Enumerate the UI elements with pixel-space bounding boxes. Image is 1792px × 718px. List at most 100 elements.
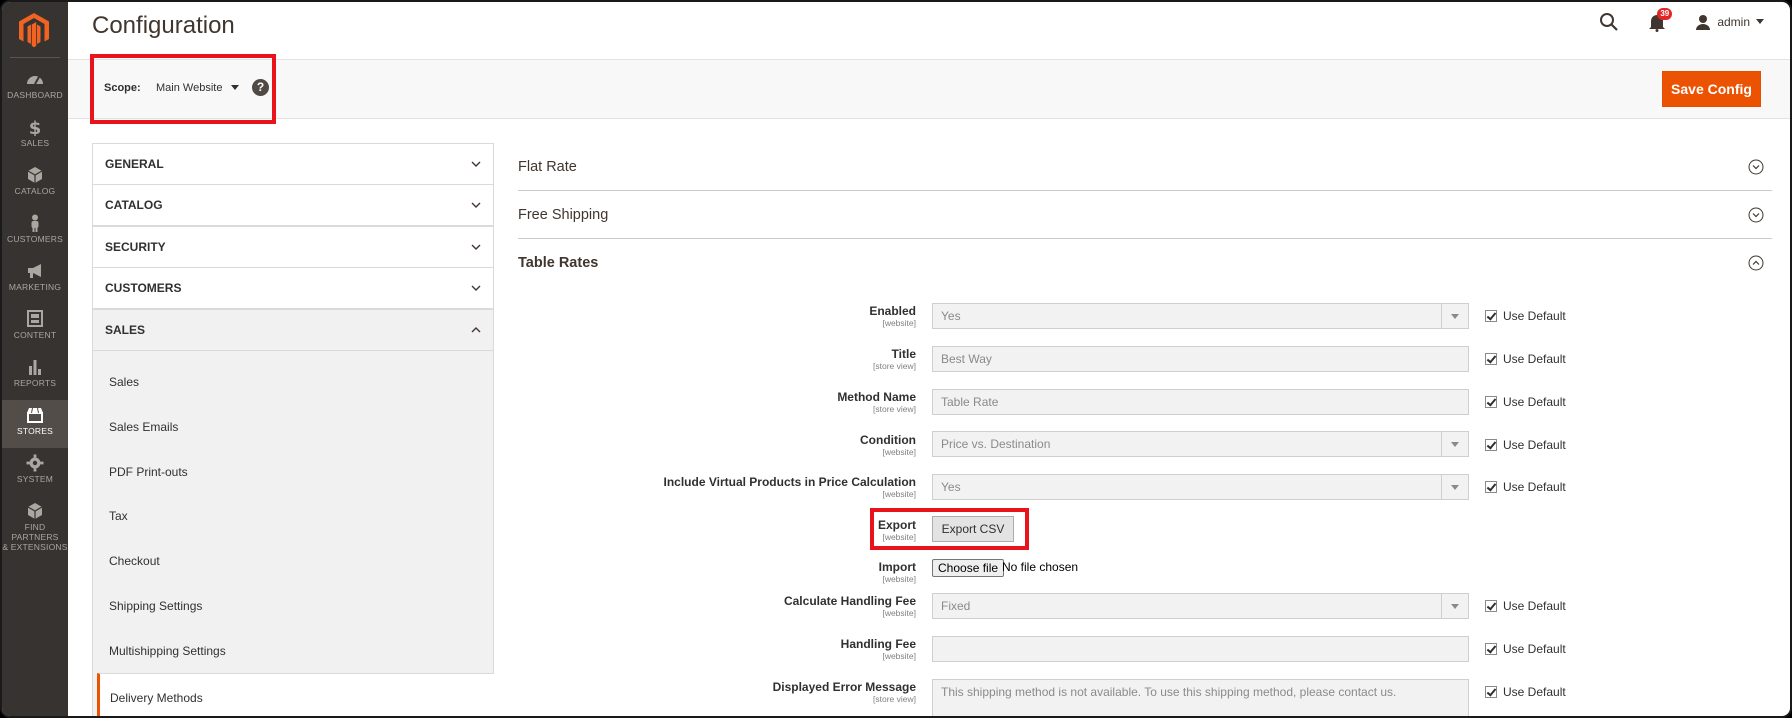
checkbox-checked-icon[interactable] — [1485, 686, 1497, 698]
title-input[interactable]: Best Way — [932, 346, 1469, 372]
use-default-label: Use Default — [1503, 480, 1566, 494]
label-text: Enabled — [869, 304, 916, 318]
scope-switcher[interactable]: Main Website — [156, 82, 239, 94]
scope-hint: [website] — [882, 447, 916, 457]
use-default-error-message[interactable]: Use Default — [1485, 685, 1566, 699]
tab-label: SALES — [105, 323, 146, 337]
use-default-handling-fee[interactable]: Use Default — [1485, 642, 1566, 656]
tab-label: CATALOG — [105, 198, 163, 212]
nav-catalog[interactable]: CATALOG — [2, 160, 68, 208]
subtab-tax[interactable]: Tax — [109, 509, 128, 523]
dashboard-icon — [27, 76, 43, 85]
store-icon — [27, 407, 43, 423]
use-default-include-virtual[interactable]: Use Default — [1485, 480, 1566, 494]
subtab-shipping-settings[interactable]: Shipping Settings — [109, 599, 202, 613]
file-status-text: No file chosen — [1002, 560, 1079, 574]
select-arrow-icon — [1451, 442, 1459, 447]
nav-label: SALES — [20, 138, 50, 148]
box-icon — [27, 167, 43, 183]
checkbox-checked-icon[interactable] — [1485, 439, 1497, 451]
extensions-icon — [27, 503, 43, 519]
include-virtual-select[interactable]: Yes — [932, 474, 1469, 500]
checkbox-checked-icon[interactable] — [1485, 600, 1497, 612]
section-flat-rate[interactable]: Flat Rate — [518, 143, 1772, 191]
chevron-down-icon — [471, 202, 481, 208]
scope-hint: [website] — [882, 318, 916, 328]
use-default-label: Use Default — [1503, 438, 1566, 452]
subtab-checkout[interactable]: Checkout — [109, 554, 160, 568]
nav-customers[interactable]: CUSTOMERS — [2, 208, 68, 256]
tab-customers[interactable]: CUSTOMERS — [92, 267, 494, 309]
page-title: Configuration — [92, 12, 235, 39]
section-free-shipping[interactable]: Free Shipping — [518, 191, 1772, 239]
user-icon — [1696, 15, 1711, 30]
select-arrow-icon — [1451, 604, 1459, 609]
use-default-calc-handling-fee[interactable]: Use Default — [1485, 599, 1566, 613]
notifications-button[interactable]: 39 — [1647, 8, 1673, 32]
tab-catalog[interactable]: CATALOG — [92, 184, 494, 226]
use-default-label: Use Default — [1503, 395, 1566, 409]
expand-circle-icon — [1748, 159, 1764, 174]
subtab-pdf-printouts[interactable]: PDF Print-outs — [109, 465, 188, 479]
use-default-enabled[interactable]: Use Default — [1485, 309, 1566, 323]
use-default-title[interactable]: Use Default — [1485, 352, 1566, 366]
checkbox-checked-icon[interactable] — [1485, 643, 1497, 655]
calc-handling-fee-select[interactable]: Fixed — [932, 593, 1469, 619]
svg-text:$: $ — [29, 118, 42, 136]
use-default-condition[interactable]: Use Default — [1485, 438, 1566, 452]
section-title: Flat Rate — [518, 158, 577, 175]
checkbox-checked-icon[interactable] — [1485, 396, 1497, 408]
subtab-sales[interactable]: Sales — [109, 375, 139, 389]
search-icon[interactable] — [1599, 12, 1619, 32]
section-title: Table Rates — [518, 255, 599, 271]
subtab-multishipping-settings[interactable]: Multishipping Settings — [109, 644, 226, 658]
method-name-input[interactable]: Table Rate — [932, 389, 1469, 415]
textarea-value: This shipping method is not available. T… — [941, 685, 1397, 699]
nav-marketing[interactable]: MARKETING — [2, 256, 68, 304]
chevron-up-icon — [471, 327, 481, 333]
nav-find-partners[interactable]: FIND PARTNERS & EXTENSIONS — [2, 496, 68, 552]
select-arrow-icon — [1451, 485, 1459, 490]
save-config-button[interactable]: Save Config — [1662, 71, 1761, 107]
layout-icon — [27, 310, 43, 327]
nav-reports[interactable]: REPORTS — [2, 352, 68, 400]
condition-select[interactable]: Price vs. Destination — [932, 431, 1469, 457]
enabled-select[interactable]: Yes — [932, 303, 1469, 329]
label-text: Handling Fee — [840, 637, 916, 651]
nav-label: CATALOG — [14, 186, 56, 196]
magento-logo-icon[interactable] — [18, 12, 50, 48]
nav-content[interactable]: CONTENT — [2, 304, 68, 352]
use-default-method-name[interactable]: Use Default — [1485, 395, 1566, 409]
user-name: admin — [1717, 15, 1750, 29]
tab-general[interactable]: GENERAL — [92, 143, 494, 185]
section-table-rates[interactable]: Table Rates — [518, 239, 1772, 287]
subtab-delivery-methods[interactable]: Delivery Methods — [97, 673, 494, 716]
field-label-title: Title [store view] — [873, 347, 916, 371]
use-default-label: Use Default — [1503, 352, 1566, 366]
dollar-icon: $ — [29, 118, 42, 136]
caret-down-icon — [230, 85, 239, 90]
checkbox-checked-icon[interactable] — [1485, 310, 1497, 322]
nav-stores[interactable]: STORES — [2, 400, 68, 448]
sidebar-divider — [10, 57, 60, 58]
subtab-sales-emails[interactable]: Sales Emails — [109, 420, 178, 434]
tab-sales[interactable]: SALES — [92, 309, 494, 351]
nav-system[interactable]: SYSTEM — [2, 448, 68, 496]
scope-hint: [website] — [882, 608, 916, 618]
nav-sales[interactable]: $ SALES — [2, 112, 68, 160]
error-message-textarea[interactable]: This shipping method is not available. T… — [932, 679, 1469, 716]
label-text: Condition — [860, 433, 916, 447]
tab-security[interactable]: SECURITY — [92, 226, 494, 268]
scope-help-icon[interactable]: ? — [252, 79, 269, 96]
nav-dashboard[interactable]: DASHBOARD — [2, 64, 68, 112]
nav-label: CUSTOMERS — [7, 234, 63, 244]
handling-fee-input[interactable] — [932, 636, 1469, 662]
checkbox-checked-icon[interactable] — [1485, 353, 1497, 365]
nav-label: FIND PARTNERS — [11, 522, 59, 542]
export-csv-button[interactable]: Export CSV — [932, 516, 1014, 542]
checkbox-checked-icon[interactable] — [1485, 481, 1497, 493]
field-label-include-virtual: Include Virtual Products in Price Calcul… — [663, 475, 916, 499]
user-menu[interactable]: admin — [1695, 14, 1764, 30]
tab-label: GENERAL — [105, 157, 164, 171]
choose-file-button[interactable]: Choose file — [932, 559, 1005, 577]
